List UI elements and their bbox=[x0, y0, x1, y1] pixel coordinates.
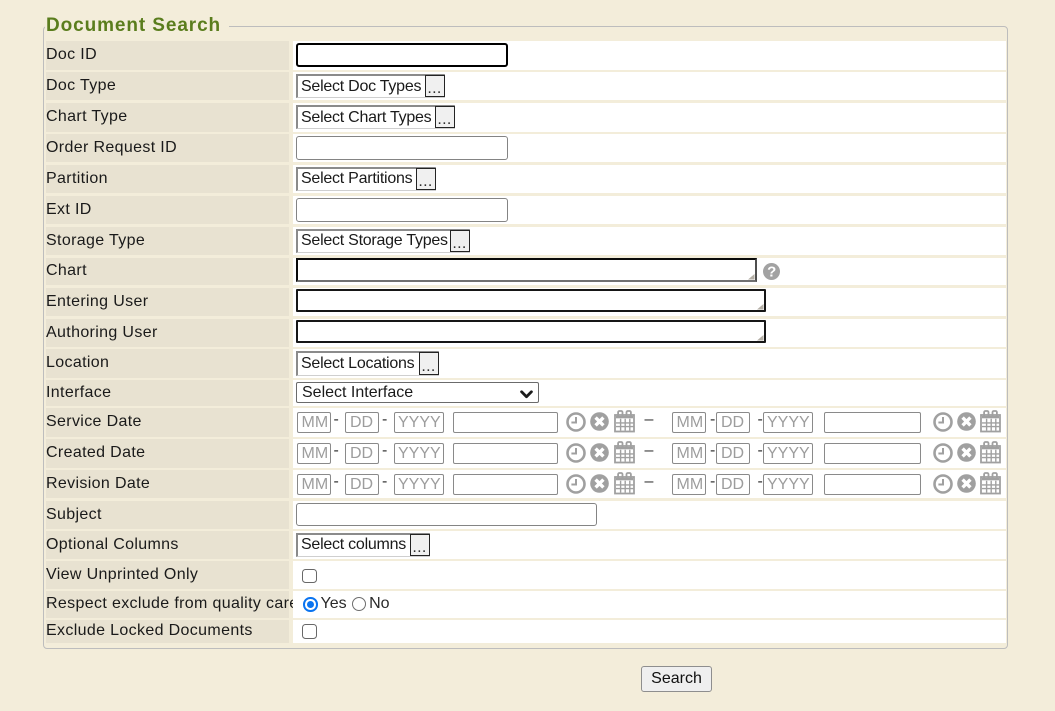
svg-text:?: ? bbox=[767, 263, 776, 279]
